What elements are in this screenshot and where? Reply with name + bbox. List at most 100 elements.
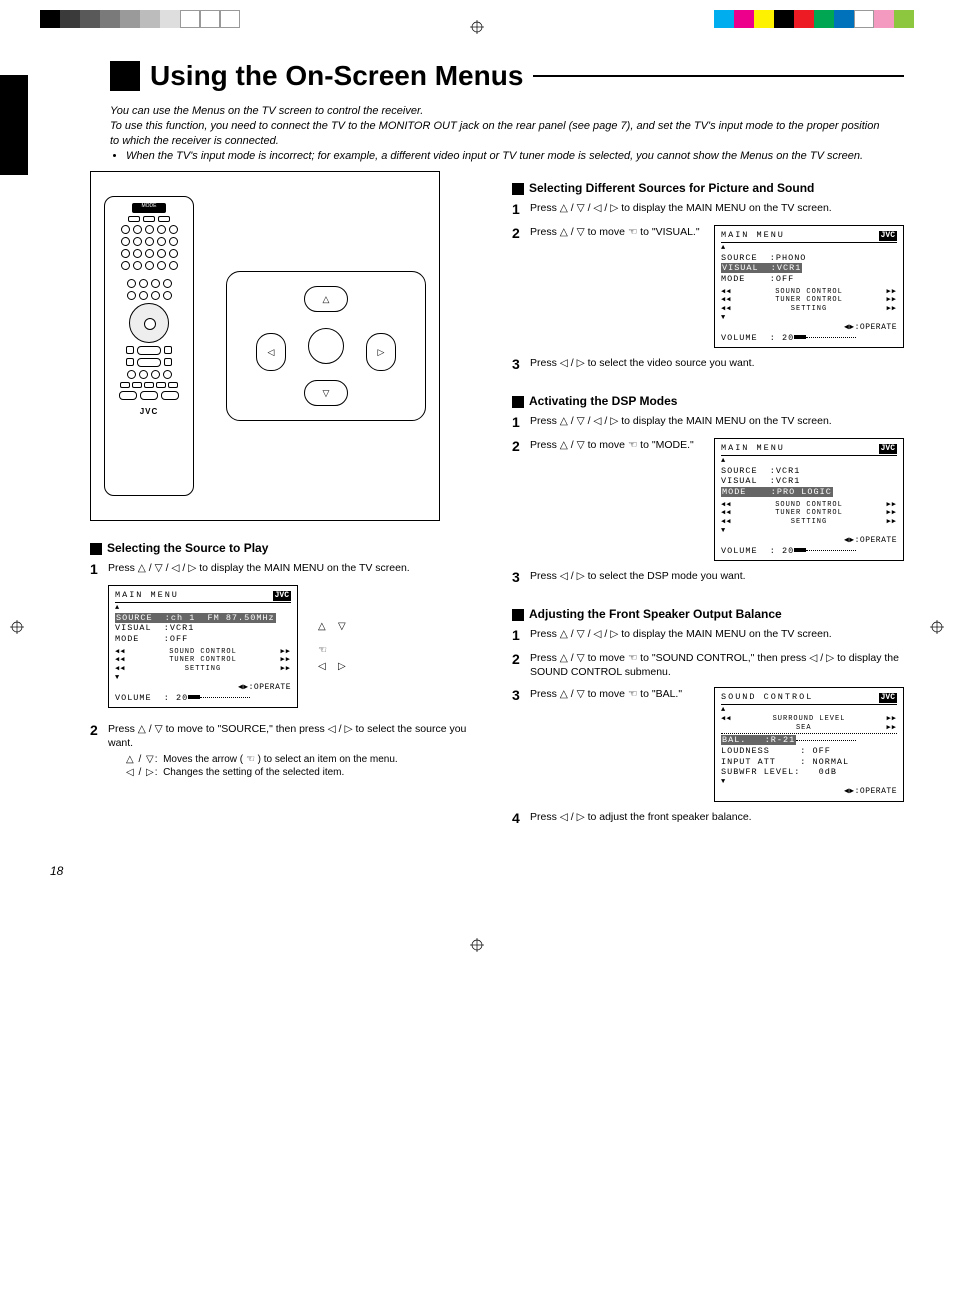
heading-square-icon [512,609,524,621]
jvc-badge: JVC [879,231,897,241]
osd-mode-line: MODE :OFF [721,274,897,285]
page-title: Using the On-Screen Menus [150,60,523,92]
osd-volume: VOLUME : 20 [721,546,794,556]
step-text: Press ◁ / ▷ to select the video source y… [530,356,904,372]
step: 1 Press △ / ▽ / ◁ / ▷ to display the MAI… [512,201,904,217]
pointer-icon: ☞ [628,687,637,701]
step-number: 4 [512,810,530,826]
step-sub-text: Moves the arrow ( ☞ ) to select an item … [163,754,398,765]
step-text: Press ◁ / ▷ to adjust the front speaker … [530,810,904,826]
pointer-icon: ☞ [628,651,637,665]
step: 2 Press △ / ▽ to move ☞ to "SOUND CONTRO… [512,651,904,679]
osd-item: TUNER CONTROL [775,296,843,305]
osd-screenshot: MAIN MENU JVC ▲ SOURCE :VCR1 VISUAL :VCR… [714,438,904,561]
remote-illustration: MODE JVC [104,196,194,496]
dpad-zoom-illustration: △ ▽ ◁ ▷ [226,271,426,421]
step: 4 Press ◁ / ▷ to adjust the front speake… [512,810,904,826]
registration-mark-icon [930,620,944,634]
heading-square-icon [512,396,524,408]
pointer-icon: ☞ [246,753,255,767]
osd-screenshot: MAIN MENU JVC ▲ SOURCE :PHONO VISUAL :VC… [714,225,904,348]
calibration-colorbar-left [40,10,240,28]
heading-text: Adjusting the Front Speaker Output Balan… [529,607,782,621]
osd-item: TUNER CONTROL [169,656,237,665]
step-number: 2 [512,651,530,679]
arrow-updown-icon: △ ▽ [318,619,347,635]
osd-operate: :OPERATE [855,536,897,545]
osd-operate: :OPERATE [249,683,291,692]
step: 1 Press △ / ▽ / ◁ / ▷ to display the MAI… [512,627,904,643]
osd-volume: VOLUME : 20 [115,693,188,703]
step-number: 2 [90,722,108,779]
dpad-right-icon: ▷ [366,333,396,371]
step: 2 Press △ / ▽ to move ☞ to "MODE." MAIN … [512,438,904,561]
osd-nav-down-icon: ▼ [115,674,291,683]
osd-visual-line: VISUAL :VCR1 [721,263,802,273]
remote-display: MODE [132,203,166,213]
step-number: 3 [512,687,530,801]
osd-screenshot: MAIN MENU JVC ▲ SOURCE :ch 1 FM 87.50MHz… [108,585,298,708]
osd-item: SEA [796,724,812,733]
pointer-icon: ☞ [628,438,637,452]
title-square-icon [110,61,140,91]
heading-text: Selecting the Source to Play [107,541,268,555]
step-number: 1 [512,627,530,643]
registration-mark-icon [10,620,24,634]
remote-diagram: MODE JVC △ ▽ [90,171,440,521]
step-text: Press △ / ▽ to move ☞ to "VISUAL." [530,225,704,239]
page-title-row: Using the On-Screen Menus [110,60,904,92]
intro-bullet: When the TV's input mode is incorrect; f… [126,149,884,164]
heading-text: Selecting Different Sources for Picture … [529,181,814,195]
osd-item: SOUND CONTROL [169,648,237,657]
step-number: 3 [512,356,530,372]
heading-square-icon [90,543,102,555]
dpad-icon [129,303,169,343]
step-text: Press △ / ▽ to move to "SOURCE," then pr… [108,722,482,750]
registration-mark-icon [470,20,484,34]
osd-operate-icon: ◀▶ [844,323,855,332]
section-heading: Selecting the Source to Play [90,541,482,555]
osd-operate: :OPERATE [855,787,897,796]
step-text: Press △ / ▽ / ◁ / ▷ to display the MAIN … [108,561,482,575]
osd-item: SETTING [185,665,221,674]
osd-operate-icon: ◀▶ [844,787,855,796]
osd-source-line: SOURCE :VCR1 [721,466,897,477]
section-heading: Activating the DSP Modes [512,394,904,408]
osd-nav-down-icon: ▼ [721,527,897,536]
page-number: 18 [50,864,904,878]
heading-text: Activating the DSP Modes [529,394,677,408]
heading-square-icon [512,183,524,195]
step-number: 2 [512,225,530,348]
osd-operate-icon: ◀▶ [238,683,249,692]
section-heading: Adjusting the Front Speaker Output Balan… [512,607,904,621]
step-number: 2 [512,438,530,561]
pointer-icon: ☞ [628,225,637,239]
osd-nav-up-icon: ▲ [115,604,291,613]
osd-operate-icon: ◀▶ [844,536,855,545]
arrow-leftright-icon: ◁ ▷ [318,659,347,675]
osd-bal-line: BAL. :R-21 [721,735,796,745]
step: 2 Press △ / ▽ to move ☞ to "VISUAL." MAI… [512,225,904,348]
osd-source-line: SOURCE :PHONO [721,253,897,264]
step-text: Press △ / ▽ to move ☞ to "SOUND CONTROL,… [530,651,904,679]
osd-loudness-line: LOUDNESS : OFF [721,746,897,757]
intro-p2: To use this function, you need to connec… [110,119,884,149]
section-heading: Selecting Different Sources for Picture … [512,181,904,195]
osd-nav-up-icon: ▲ [721,457,897,466]
osd-callout: △ ▽ ☞ ◁ ▷ [318,619,347,675]
step: 1 Press △ / ▽ / ◁ / ▷ to display the MAI… [512,414,904,430]
calibration-colorbar-right [714,10,914,28]
left-column: MODE JVC △ ▽ [90,171,482,833]
osd-title: MAIN MENU [115,590,179,601]
step-number: 3 [512,569,530,585]
step-sub-text: Changes the setting of the selected item… [163,767,344,778]
osd-item: TUNER CONTROL [775,509,843,518]
dpad-down-icon: ▽ [304,380,348,406]
osd-nav-up-icon: ▲ [721,244,897,253]
step-text: Press △ / ▽ to move ☞ to "BAL." [530,687,704,701]
osd-inputatt-line: INPUT ATT : NORMAL [721,757,897,768]
dpad-center-icon [308,328,344,364]
step-number: 1 [90,561,108,577]
osd-subwfr-line: SUBWFR LEVEL: 0dB [721,767,897,778]
osd-volume: VOLUME : 20 [721,333,794,343]
